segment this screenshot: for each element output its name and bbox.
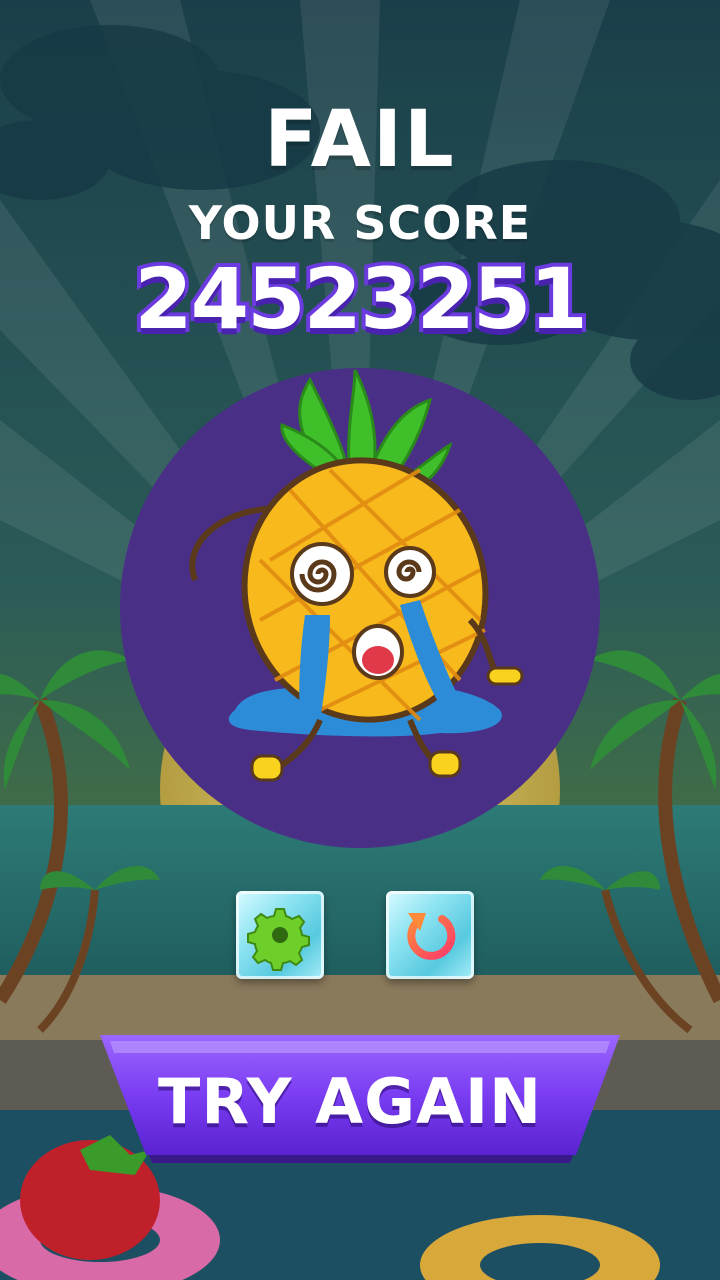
score-value: 24523251 [130, 246, 592, 352]
gear-icon [247, 908, 310, 971]
try-again-label: TRY AGAIN [158, 1065, 542, 1138]
try-again-button[interactable]: TRY AGAIN [100, 1035, 620, 1170]
settings-button[interactable] [236, 891, 324, 979]
restart-button[interactable] [386, 891, 474, 979]
score-label: YOUR SCORE [188, 196, 532, 250]
restart-icon [407, 913, 456, 960]
fail-title: FAIL [264, 95, 456, 185]
